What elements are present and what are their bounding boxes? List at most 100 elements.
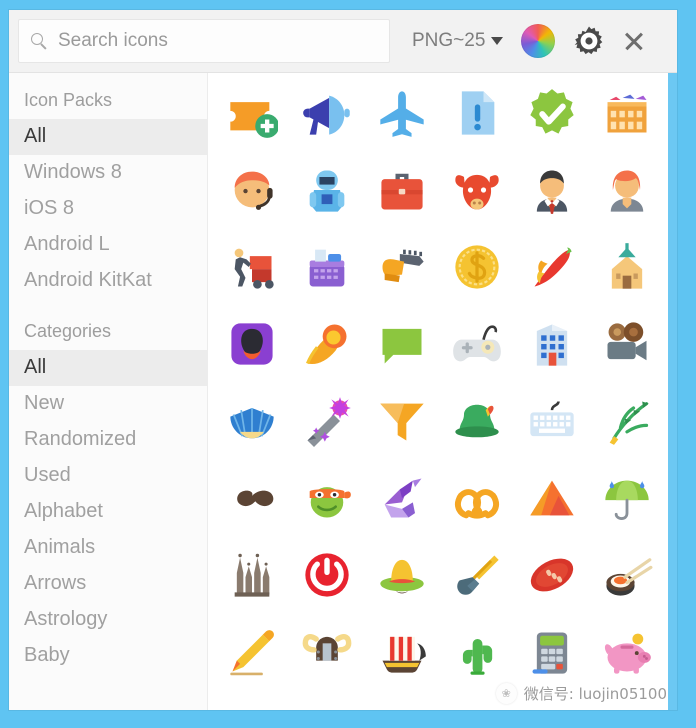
support-agent-icon — [234, 171, 273, 210]
ninja-turtle-icon — [309, 486, 351, 517]
sidebar-item-android-l[interactable]: Android L — [9, 227, 207, 263]
search-icon — [31, 32, 48, 50]
settings-button[interactable] — [573, 25, 605, 57]
icon-cell[interactable] — [439, 459, 514, 536]
icon-cell[interactable] — [289, 613, 364, 690]
icon-cell[interactable] — [214, 305, 289, 382]
icon-cell[interactable] — [289, 151, 364, 228]
shovel-icon — [457, 555, 499, 595]
icon-cell[interactable] — [214, 613, 289, 690]
icon-cell[interactable] — [590, 305, 665, 382]
icon-cell[interactable] — [364, 382, 439, 459]
sidebar-item-randomized[interactable]: Randomized — [9, 422, 207, 458]
icon-cell[interactable] — [214, 74, 289, 151]
pyramid-icon — [530, 480, 574, 515]
icon-cell[interactable] — [515, 382, 590, 459]
icon-cell[interactable] — [515, 74, 590, 151]
sidebar-item-animals[interactable]: Animals — [9, 530, 207, 566]
businesswoman-icon — [611, 170, 644, 212]
icon-cell[interactable] — [364, 151, 439, 228]
sidebar-item-all-packs[interactable]: All — [9, 119, 207, 155]
businessman-icon — [537, 170, 568, 214]
icon-cell[interactable] — [515, 151, 590, 228]
astronaut-icon — [309, 170, 345, 212]
icon-cell[interactable] — [289, 305, 364, 382]
sidebar-item-ios-8[interactable]: iOS 8 — [9, 191, 207, 227]
sidebar-item-baby[interactable]: Baby — [9, 638, 207, 674]
close-icon — [623, 30, 645, 52]
ticket-add-icon — [229, 101, 278, 138]
format-dropdown[interactable]: PNG~25 — [412, 30, 504, 52]
icon-cell[interactable] — [439, 536, 514, 613]
icon-cell[interactable] — [590, 536, 665, 613]
icon-cell[interactable] — [214, 228, 289, 305]
icon-cell[interactable] — [214, 151, 289, 228]
icon-cell[interactable] — [590, 382, 665, 459]
grid-scrollbar[interactable] — [668, 73, 677, 710]
moustache-icon — [236, 490, 273, 506]
verified-badge-icon — [530, 88, 574, 134]
icon-cell[interactable] — [364, 305, 439, 382]
palm-leaf-icon — [610, 401, 650, 445]
icon-cell[interactable] — [439, 74, 514, 151]
icon-cell[interactable] — [515, 459, 590, 536]
icon-cell[interactable] — [364, 228, 439, 305]
football-icon — [531, 558, 574, 591]
comet-icon — [305, 324, 347, 364]
sidebar-item-used[interactable]: Used — [9, 458, 207, 494]
sidebar-item-new[interactable]: New — [9, 386, 207, 422]
speech-bubble-icon — [382, 328, 422, 363]
icon-cell[interactable] — [289, 536, 364, 613]
icon-cell[interactable] — [439, 228, 514, 305]
sagrada-familia-icon — [234, 553, 269, 597]
icon-cell[interactable] — [515, 613, 590, 690]
icon-cell[interactable] — [439, 151, 514, 228]
grid-scrollbar-thumb[interactable] — [668, 73, 677, 223]
icon-cell[interactable] — [214, 459, 289, 536]
viking-ship-icon — [382, 636, 426, 673]
icon-cell[interactable] — [439, 613, 514, 690]
close-button[interactable] — [623, 30, 645, 52]
sidebar: Icon Packs All Windows 8 iOS 8 Android L… — [9, 73, 208, 710]
icon-cell[interactable] — [214, 536, 289, 613]
sidebar-item-astrology[interactable]: Astrology — [9, 602, 207, 638]
sidebar-item-all-categories[interactable]: All — [9, 350, 207, 386]
icon-cell[interactable] — [515, 305, 590, 382]
sidebar-item-android-kitkat[interactable]: Android KitKat — [9, 263, 207, 299]
icon-cell[interactable] — [289, 74, 364, 151]
icon-cell[interactable] — [590, 459, 665, 536]
icon-cell[interactable] — [364, 536, 439, 613]
icon-cell[interactable] — [364, 74, 439, 151]
sidebar-item-windows-8[interactable]: Windows 8 — [9, 155, 207, 191]
icon-cell[interactable] — [364, 459, 439, 536]
sidebar-divider — [9, 299, 207, 312]
search-input[interactable] — [58, 30, 377, 52]
icon-cell[interactable] — [289, 459, 364, 536]
icon-cell[interactable] — [590, 74, 665, 151]
magic-wand-icon — [307, 396, 351, 447]
briefcase-icon — [381, 173, 423, 209]
color-wheel-button[interactable] — [521, 24, 556, 58]
sidebar-group-title-icon-packs: Icon Packs — [24, 90, 113, 110]
icon-cell[interactable] — [289, 382, 364, 459]
icon-cell[interactable] — [590, 151, 665, 228]
keyboard-icon — [530, 400, 574, 436]
document-alert-icon — [461, 90, 495, 135]
icon-cell[interactable] — [289, 228, 364, 305]
church-icon — [612, 242, 643, 289]
origami-swan-icon — [384, 478, 422, 517]
icon-cell[interactable] — [364, 613, 439, 690]
sushi-icon — [606, 557, 653, 596]
search-field[interactable] — [18, 19, 390, 63]
airplane-icon — [380, 90, 424, 137]
movie-camera-icon — [607, 321, 647, 360]
icon-cell[interactable] — [439, 382, 514, 459]
icon-cell[interactable] — [515, 536, 590, 613]
icon-cell[interactable] — [439, 305, 514, 382]
sidebar-item-alphabet[interactable]: Alphabet — [9, 494, 207, 530]
icon-cell[interactable] — [590, 613, 665, 690]
icon-cell[interactable] — [214, 382, 289, 459]
icon-cell[interactable] — [590, 228, 665, 305]
icon-cell[interactable] — [515, 228, 590, 305]
sidebar-item-arrows[interactable]: Arrows — [9, 566, 207, 602]
